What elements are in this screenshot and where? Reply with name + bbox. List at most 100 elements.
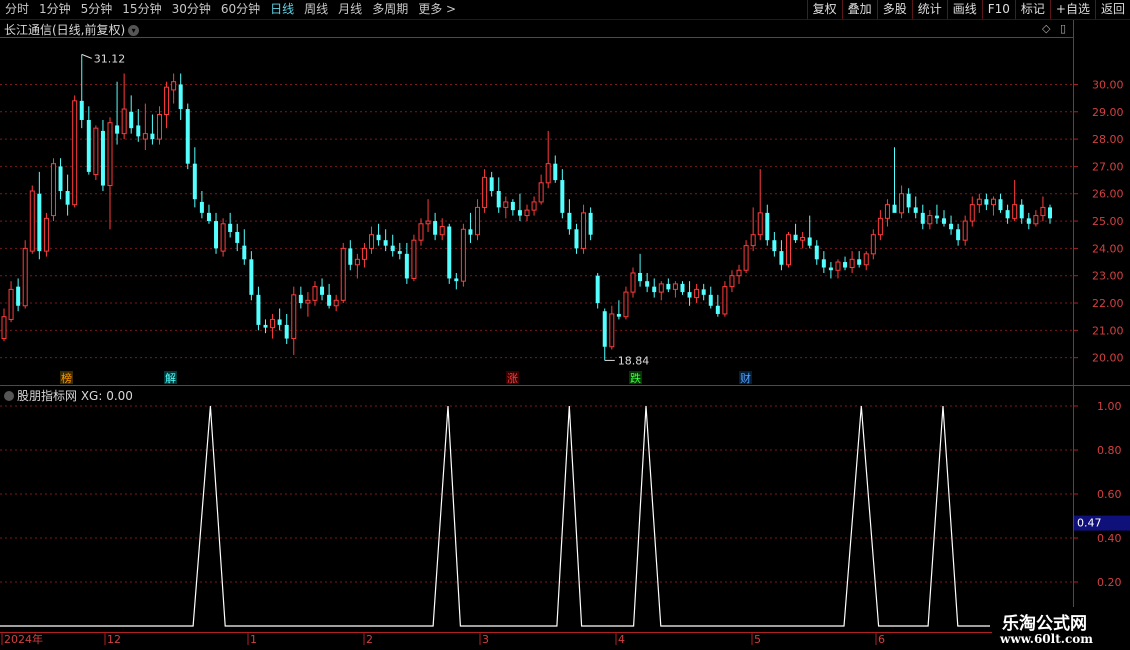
- candle-body: [920, 212, 925, 224]
- indicator-tick-label: 0.40: [1097, 532, 1122, 545]
- candle-body: [156, 114, 162, 140]
- time-tick-label: 2024年: [4, 632, 43, 646]
- candle-body: [772, 240, 777, 252]
- candle-body: [884, 204, 890, 219]
- candle-body: [22, 247, 28, 307]
- stock-chart[interactable]: 20.0021.0022.0023.0024.0025.0026.0027.00…: [0, 0, 1130, 650]
- candle-body: [906, 193, 911, 208]
- candle-body: [489, 177, 494, 192]
- candle-body: [369, 234, 375, 249]
- candle-body: [107, 122, 113, 187]
- candle-body: [192, 163, 197, 200]
- candle-body: [870, 234, 876, 255]
- candle-body: [687, 292, 692, 298]
- period-tab[interactable]: 多周期: [367, 0, 413, 19]
- candle-body: [652, 286, 657, 293]
- period-tab[interactable]: 60分钟: [216, 0, 265, 19]
- indicator-title[interactable]: 股朋指标网 XG: 0.00: [4, 387, 133, 404]
- candle-body: [1033, 215, 1039, 225]
- time-tick-label: 6: [878, 633, 885, 646]
- candle-body: [645, 281, 650, 287]
- candle-body: [616, 313, 621, 317]
- candle-body: [333, 299, 339, 307]
- candle-body: [779, 251, 784, 265]
- period-tab[interactable]: 周线: [299, 0, 333, 19]
- candle-body: [736, 269, 742, 277]
- candle-body: [843, 262, 848, 268]
- candle-body: [800, 236, 806, 241]
- event-marker: 财: [740, 371, 751, 385]
- candle-body: [680, 283, 685, 293]
- candle-body: [1012, 204, 1018, 219]
- candle-body: [115, 125, 120, 134]
- panel-toggle-icon[interactable]: ▯: [1060, 22, 1066, 35]
- candle-body: [998, 199, 1003, 211]
- period-tab[interactable]: 分时: [0, 0, 34, 19]
- time-tick-label: 4: [618, 633, 625, 646]
- candle-body: [433, 221, 438, 235]
- candle-body: [50, 163, 56, 217]
- candle-body: [164, 86, 170, 116]
- candle-body: [630, 272, 636, 293]
- candle-body: [510, 201, 515, 211]
- period-tab[interactable]: 15分钟: [117, 0, 166, 19]
- candle-body: [814, 245, 819, 260]
- candle-body: [298, 294, 303, 304]
- toolbar-button[interactable]: 返回: [1094, 0, 1130, 19]
- toolbar-button[interactable]: 标记: [1014, 0, 1050, 19]
- toolbar-button[interactable]: 画线: [946, 0, 982, 19]
- stock-title[interactable]: 长江通信(日线,前复权) ▾: [4, 21, 140, 38]
- time-tick-label: 3: [482, 633, 489, 646]
- price-axis: 20.00 21.00 22.00 23.00 24.00 25.00 26.00 27.00…: [1073, 78, 1124, 365]
- chevron-down-icon[interactable]: ▾: [128, 25, 140, 36]
- candle-body: [786, 234, 791, 266]
- toolbar-button[interactable]: F10: [981, 0, 1015, 19]
- high-pointer: [81, 53, 92, 59]
- stock-title-text: 长江通信(日线,前复权): [4, 23, 126, 37]
- period-tabs: 分时 1分钟 5分钟 15分钟 30分钟 60分钟 日线 周线 月线 多周期 更多 >: [0, 0, 461, 19]
- toolbar-button[interactable]: 叠加: [841, 0, 877, 19]
- high-price-label: 31.12: [94, 52, 126, 65]
- period-tab[interactable]: 更多 >: [413, 0, 461, 19]
- period-tab[interactable]: 月线: [333, 0, 367, 19]
- candle-body: [941, 218, 946, 224]
- candle-body: [503, 201, 509, 208]
- candlesticks: [1, 54, 1052, 361]
- candle-body: [242, 245, 247, 260]
- watermark-line2: www.60lt.com: [1000, 632, 1093, 646]
- chart-tools: ◇ ▯: [1042, 22, 1066, 35]
- indicator-tick-label: 1.00: [1097, 400, 1122, 413]
- indicator-title-text: 股朋指标网 XG: 0.00: [17, 389, 133, 403]
- indicator-tick-label: 0.20: [1097, 576, 1122, 589]
- candle-body: [220, 223, 226, 252]
- candle-body: [425, 220, 431, 225]
- toolbar-button[interactable]: 统计: [911, 0, 947, 19]
- price-tick-label: 29.00: [1092, 106, 1124, 119]
- time-tick-label: 5: [754, 633, 761, 646]
- price-tick-label: 24.00: [1092, 242, 1124, 255]
- candle-body: [553, 163, 558, 181]
- toolbar-button[interactable]: 多股: [876, 0, 912, 19]
- candle-body: [934, 215, 939, 219]
- period-tab[interactable]: 5分钟: [76, 0, 118, 19]
- toolbar-button[interactable]: +自选: [1049, 0, 1095, 19]
- candle-body: [545, 163, 551, 184]
- candle-body: [538, 182, 544, 203]
- candle-body: [638, 272, 643, 282]
- candle-body: [722, 286, 728, 315]
- candle-body: [397, 251, 402, 254]
- chevron-down-icon[interactable]: [4, 391, 14, 401]
- period-tab[interactable]: 日线: [265, 0, 299, 19]
- toolbar-button[interactable]: 复权: [806, 0, 842, 19]
- candle-body: [86, 119, 91, 172]
- period-tab[interactable]: 1分钟: [34, 0, 76, 19]
- candle-body: [524, 209, 530, 217]
- watermark-line1: 乐淘公式网: [1002, 614, 1087, 634]
- candle-body: [949, 223, 954, 230]
- candle-body: [694, 288, 700, 299]
- candle-body: [807, 237, 812, 246]
- diamond-icon[interactable]: ◇: [1042, 22, 1050, 35]
- candle-body: [58, 166, 63, 192]
- period-tab[interactable]: 30分钟: [167, 0, 216, 19]
- candle-body: [969, 204, 975, 222]
